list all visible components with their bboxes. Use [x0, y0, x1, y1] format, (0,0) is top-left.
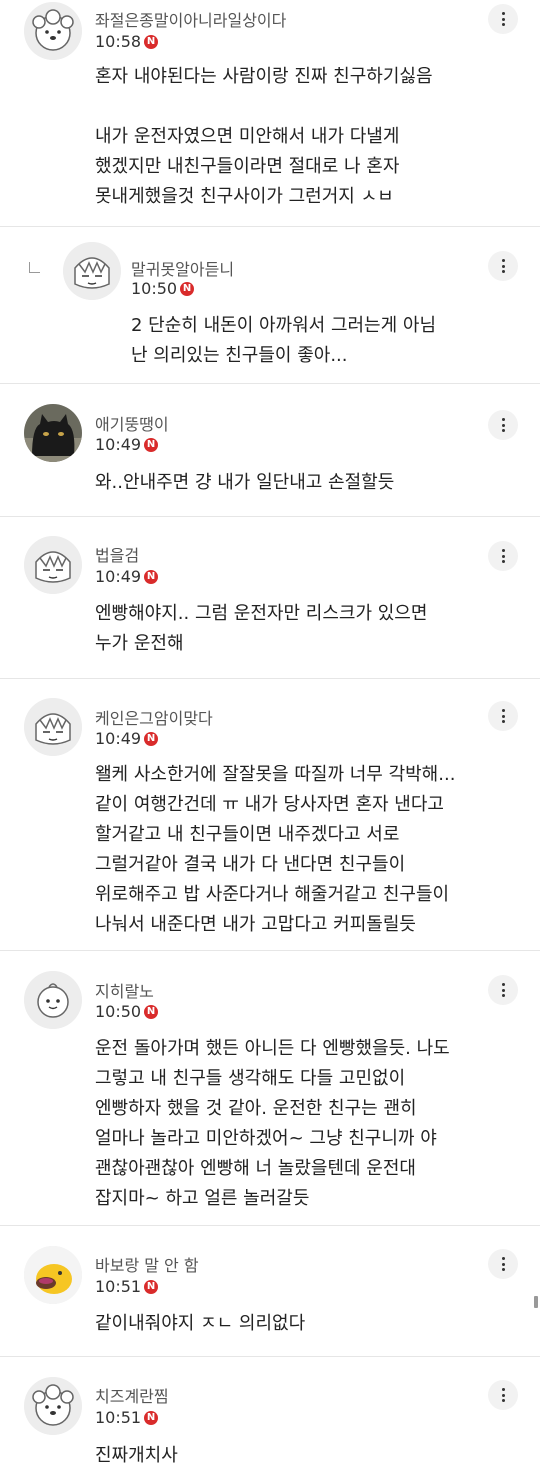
comment-text: 진짜개치사 — [95, 1445, 178, 1466]
comment-time: 10:51 N — [95, 1408, 159, 1427]
comment-timestamp: 10:51 — [95, 1408, 142, 1427]
more-options-button[interactable] — [488, 251, 518, 281]
avatar[interactable] — [24, 1246, 82, 1304]
comment-timestamp: 10:51 — [95, 1277, 142, 1296]
comment-timestamp: 10:49 — [95, 567, 142, 586]
new-badge: N — [144, 437, 159, 452]
comment-time: 10:51 N — [95, 1277, 159, 1296]
comment-item: 좌절은종말이아니라일상이다 10:58 N 혼자 내야된다는 사람이랑 진짜 친… — [0, 0, 540, 226]
comment-text: 와..안내주면 걍 내가 일단내고 손절할듯 — [95, 472, 395, 493]
black-cat-photo — [24, 404, 82, 462]
comment-timestamp: 10:50 — [95, 1002, 142, 1021]
reply-arrow-icon — [29, 262, 40, 273]
comment-timestamp: 10:49 — [95, 435, 142, 454]
comment-timestamp: 10:58 — [95, 32, 142, 51]
comment-item: 바보랑 말 안 함 10:51 N 같이내줘야지 ㅈㄴ 의리없다 — [0, 1226, 540, 1356]
more-options-button[interactable] — [488, 410, 518, 440]
more-options-button[interactable] — [488, 975, 518, 1005]
new-badge: N — [144, 569, 159, 584]
more-options-button[interactable] — [488, 1380, 518, 1410]
sleepy-face-icon — [63, 242, 121, 300]
new-badge: N — [144, 1004, 159, 1019]
avatar[interactable] — [63, 242, 121, 300]
comment-item: 지히랄노 10:50 N 운전 돌아가며 했든 아니든 다 엔빵했을듯. 나도 … — [0, 951, 540, 1225]
comment-nickname[interactable]: 지히랄노 — [95, 978, 154, 1002]
comment-timestamp: 10:49 — [95, 729, 142, 748]
comment-time: 10:49 N — [95, 567, 159, 586]
comment-timestamp: 10:50 — [131, 279, 178, 298]
avatar[interactable] — [24, 1377, 82, 1435]
smile-face-icon — [24, 971, 82, 1029]
comment-item: 치즈계란찜 10:51 N 진짜개치사 — [0, 1357, 540, 1482]
comment-nickname[interactable]: 말귀못알아듣니 — [131, 256, 234, 280]
more-options-button[interactable] — [488, 4, 518, 34]
more-options-button[interactable] — [488, 701, 518, 731]
avatar[interactable] — [24, 971, 82, 1029]
comment-nickname[interactable]: 케인은그암이맞다 — [95, 705, 213, 729]
new-badge: N — [144, 1279, 159, 1294]
comment-item: 애기뚱땡이 10:49 N 와..안내주면 걍 내가 일단내고 손절할듯 — [0, 384, 540, 516]
more-options-button[interactable] — [488, 541, 518, 571]
comment-nickname[interactable]: 법을검 — [95, 542, 139, 566]
sleepy-face-icon — [24, 698, 82, 756]
white-dog-icon — [24, 2, 82, 60]
comment-time: 10:50 N — [95, 1002, 159, 1021]
comment-time: 10:50 N — [131, 279, 195, 298]
white-dog-icon — [24, 1377, 82, 1435]
comment-time: 10:49 N — [95, 435, 159, 454]
comment-time: 10:58 N — [95, 32, 159, 51]
new-badge: N — [180, 281, 195, 296]
avatar[interactable] — [24, 2, 82, 60]
avatar[interactable] — [24, 536, 82, 594]
comment-text: 혼자 내야된다는 사람이랑 진짜 친구하기싫음 내가 운전자였으면 미안해서 내… — [95, 66, 433, 207]
scrollbar-thumb[interactable] — [534, 1296, 538, 1308]
comment-nickname[interactable]: 애기뚱땡이 — [95, 411, 169, 435]
more-options-button[interactable] — [488, 1249, 518, 1279]
comment-text: 엔빵해야지.. 그럼 운전자만 리스크가 있으면 누가 운전해 — [95, 603, 428, 654]
avatar[interactable] — [24, 698, 82, 756]
comment-text: 왤케 사소한거에 잘잘못을 따질까 너무 각박해... 같이 여행간건데 ㅠ 내… — [95, 764, 456, 935]
new-badge: N — [144, 731, 159, 746]
new-badge: N — [144, 1410, 159, 1425]
sleepy-face-icon — [24, 536, 82, 594]
avatar[interactable] — [24, 404, 82, 462]
comment-text: 2 단순히 내돈이 아까워서 그러는게 아님 난 의리있는 친구들이 좋아... — [131, 315, 437, 366]
comment-text: 운전 돌아가며 했든 아니든 다 엔빵했을듯. 나도 그렇고 내 친구들 생각해… — [95, 1038, 450, 1209]
comment-item: 법을검 10:49 N 엔빵해야지.. 그럼 운전자만 리스크가 있으면 누가 … — [0, 517, 540, 678]
comment-item: 케인은그암이맞다 10:49 N 왤케 사소한거에 잘잘못을 따질까 너무 각박… — [0, 679, 540, 950]
comment-nickname[interactable]: 좌절은종말이아니라일상이다 — [95, 7, 286, 31]
comment-nickname[interactable]: 바보랑 말 안 함 — [95, 1252, 199, 1276]
new-badge: N — [144, 34, 159, 49]
comment-text: 같이내줘야지 ㅈㄴ 의리없다 — [95, 1313, 306, 1334]
comment-nickname[interactable]: 치즈계란찜 — [95, 1383, 169, 1407]
comment-item: 말귀못알아듣니 10:50 N 2 단순히 내돈이 아까워서 그러는게 아님 난… — [0, 227, 540, 383]
comment-time: 10:49 N — [95, 729, 159, 748]
yellow-duck-icon — [24, 1246, 82, 1304]
